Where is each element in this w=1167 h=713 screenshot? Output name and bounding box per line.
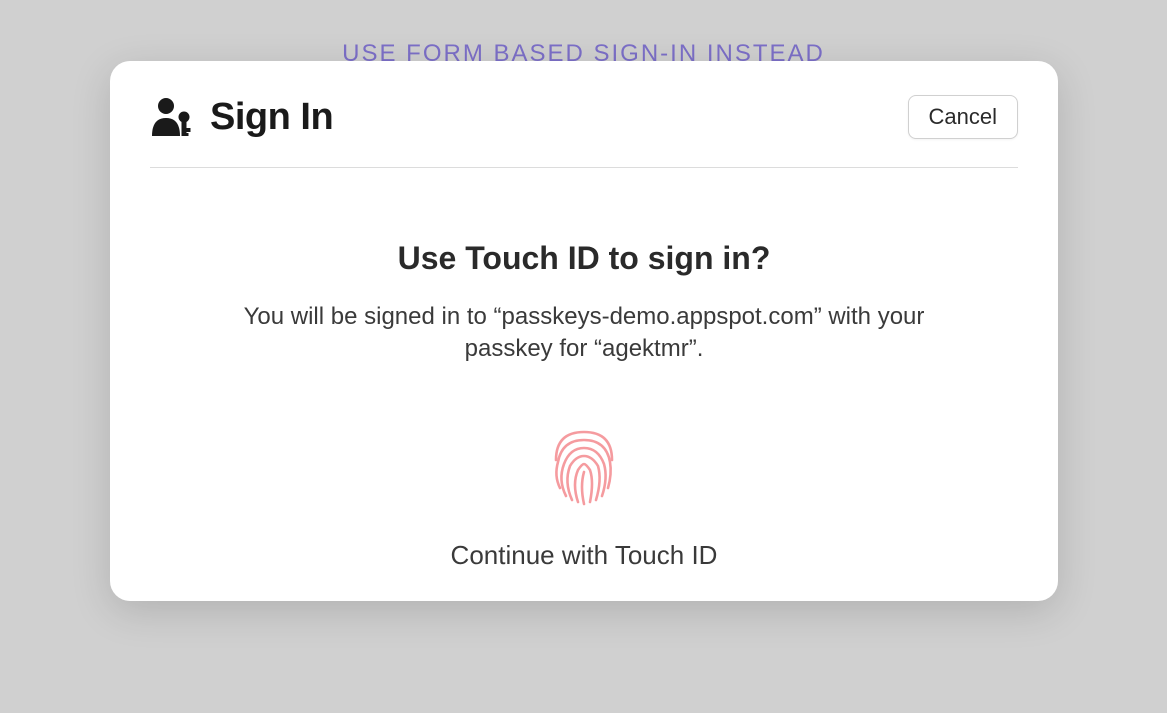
cancel-button[interactable]: Cancel — [908, 95, 1018, 139]
dialog-header: Sign In Cancel — [150, 95, 1018, 168]
dialog-title: Sign In — [210, 96, 333, 139]
dialog-title-group: Sign In — [150, 96, 333, 139]
person-key-icon — [150, 96, 198, 138]
touchid-prompt-description: You will be signed in to “passkeys-demo.… — [224, 301, 944, 366]
dialog-body: Use Touch ID to sign in? You will be sig… — [150, 168, 1018, 571]
continue-touchid-label: Continue with Touch ID — [150, 540, 1018, 571]
fingerprint-icon[interactable] — [150, 416, 1018, 512]
touchid-prompt-heading: Use Touch ID to sign in? — [150, 240, 1018, 277]
touchid-signin-dialog: Sign In Cancel Use Touch ID to sign in? … — [110, 61, 1058, 601]
